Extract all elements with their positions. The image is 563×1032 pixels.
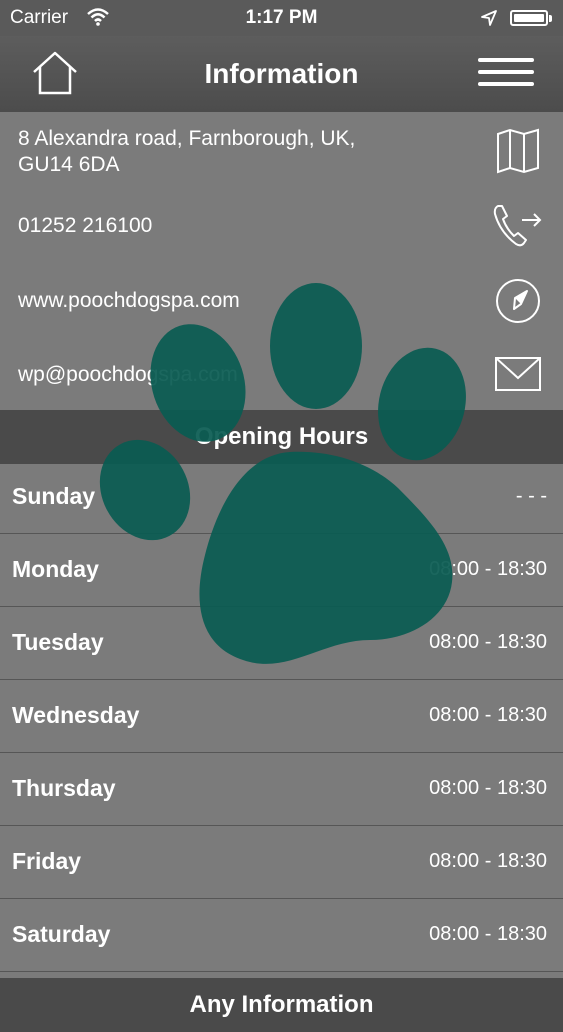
home-icon[interactable] bbox=[30, 50, 80, 96]
hours-row-thursday: Thursday 08:00 - 18:30 bbox=[0, 753, 563, 826]
status-bar: Carrier 1:17 PM bbox=[0, 0, 563, 36]
phone-text: 01252 216100 bbox=[18, 214, 153, 237]
compass-icon[interactable] bbox=[490, 276, 546, 326]
hours-row-monday: Monday 08:00 - 18:30 bbox=[0, 534, 563, 607]
location-arrow-icon bbox=[481, 10, 497, 26]
hours-value: 08:00 - 18:30 bbox=[429, 777, 547, 799]
website-text: www.poochdogspa.com bbox=[18, 289, 240, 312]
hours-row-friday: Friday 08:00 - 18:30 bbox=[0, 826, 563, 899]
website-row[interactable]: www.poochdogspa.com bbox=[0, 276, 563, 326]
address-row[interactable]: 8 Alexandra road, Farnborough, UK, GU14 … bbox=[0, 124, 563, 194]
day-label: Monday bbox=[12, 556, 99, 582]
address-line1: 8 Alexandra road, Farnborough, UK, bbox=[18, 127, 356, 150]
email-text: wp@poochdogspa.com bbox=[18, 363, 238, 386]
day-label: Sunday bbox=[12, 483, 96, 509]
hours-row-sunday: Sunday - - - bbox=[0, 461, 563, 534]
day-label: Wednesday bbox=[12, 702, 140, 728]
nav-bar: Information bbox=[0, 36, 563, 112]
hours-value: 08:00 - 18:30 bbox=[429, 631, 547, 653]
address-text: 8 Alexandra road, Farnborough, UK, GU14 … bbox=[18, 126, 355, 178]
phone-row[interactable]: 01252 216100 bbox=[0, 200, 563, 250]
day-label: Tuesday bbox=[12, 629, 104, 655]
hours-value: 08:00 - 18:30 bbox=[429, 704, 547, 726]
phone-icon[interactable] bbox=[490, 200, 546, 250]
day-label: Saturday bbox=[12, 921, 111, 947]
opening-hours-header: Opening Hours bbox=[0, 410, 563, 464]
opening-hours-list: Sunday - - - Monday 08:00 - 18:30 Tuesda… bbox=[0, 461, 563, 972]
hamburger-menu-icon[interactable] bbox=[478, 58, 534, 90]
day-label: Thursday bbox=[12, 775, 116, 801]
email-row[interactable]: wp@poochdogspa.com bbox=[0, 350, 563, 400]
status-time: 1:17 PM bbox=[245, 7, 318, 28]
mail-icon[interactable] bbox=[490, 352, 546, 402]
map-icon[interactable] bbox=[490, 126, 546, 176]
hours-row-tuesday: Tuesday 08:00 - 18:30 bbox=[0, 607, 563, 680]
battery-icon bbox=[510, 10, 552, 26]
day-label: Friday bbox=[12, 848, 82, 874]
hours-value: - - - bbox=[515, 485, 547, 507]
hours-value: 08:00 - 18:30 bbox=[429, 558, 547, 580]
hours-row-wednesday: Wednesday 08:00 - 18:30 bbox=[0, 680, 563, 753]
hours-value: 08:00 - 18:30 bbox=[429, 850, 547, 872]
address-line2: GU14 6DA bbox=[18, 153, 120, 176]
hours-row-saturday: Saturday 08:00 - 18:30 bbox=[0, 899, 563, 972]
any-information-header: Any Information bbox=[0, 978, 563, 1032]
hours-value: 08:00 - 18:30 bbox=[429, 923, 547, 945]
